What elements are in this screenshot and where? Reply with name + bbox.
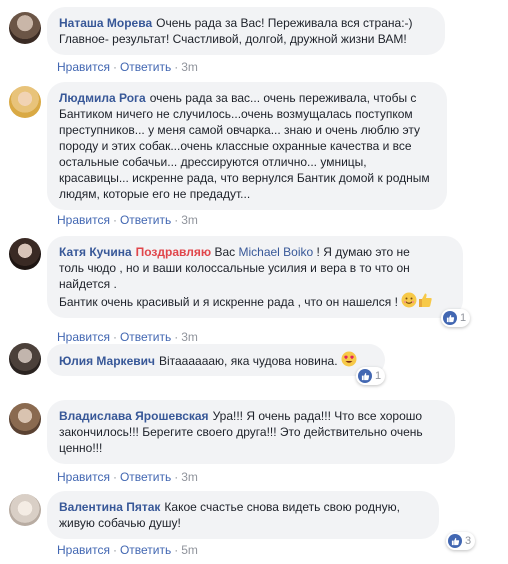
comment-time[interactable]: 5m (181, 543, 198, 557)
comment-author[interactable]: Владислава Ярошевская (59, 409, 209, 423)
comment-text: Какое счастье снова видеть свою родную, (164, 500, 400, 514)
reply-link[interactable]: Ответить (120, 470, 171, 484)
comment-text: преступников... у меня самой овчарка... … (59, 123, 420, 137)
like-link[interactable]: Нравится (57, 213, 110, 227)
reactions-badge[interactable]: 1 (356, 367, 386, 385)
comment-text: закончилось!!! Берегите своего друга!!! … (59, 425, 423, 439)
comment-bubble: Юлия Маркевич Вітааааааю, яка чудова нови… (47, 344, 385, 376)
like-icon (443, 311, 457, 325)
comment-text: ! Я думаю это не (316, 245, 410, 259)
comment-actions: Нравится · Ответить · 3m (57, 213, 198, 227)
comment-actions: Нравится · Ответить · 3m (57, 60, 198, 74)
comment-actions: Нравится · Ответить · 3m (57, 330, 198, 344)
comment-author[interactable]: Людмила Рога (59, 91, 146, 105)
reaction-count: 1 (460, 312, 467, 324)
avatar[interactable] (9, 12, 41, 44)
congrats-text: Поздравляю (135, 245, 212, 259)
comment-text: красавицы... искренне рада, что вернулся… (59, 171, 430, 185)
reactions-badge[interactable]: 3 (446, 532, 476, 550)
avatar[interactable] (9, 343, 41, 375)
comment-text: Главное- результат! Счастливой, долгой, … (59, 32, 407, 46)
like-link[interactable]: Нравится (57, 470, 110, 484)
like-link[interactable]: Нравится (57, 543, 110, 557)
comment-text: Вас (214, 245, 236, 259)
reaction-count: 3 (465, 535, 472, 547)
mention-link[interactable]: Michael Boiko (238, 245, 313, 259)
like-icon (358, 369, 372, 383)
separator: · (112, 470, 117, 484)
comment-text: найдется . (59, 277, 117, 291)
like-link[interactable]: Нравится (57, 330, 110, 344)
comment-time[interactable]: 3m (181, 60, 198, 74)
comment-text: Ура!!! Я очень рада!!! Что все хорошо (212, 409, 423, 423)
comment-actions: Нравится · Ответить · 3m (57, 470, 198, 484)
comment-text: ценно!!! (59, 441, 103, 455)
comment-author[interactable]: Валентина Пятак (59, 500, 160, 514)
thumbs-up-icon (419, 293, 432, 307)
separator: · (112, 213, 117, 227)
reply-link[interactable]: Ответить (120, 60, 171, 74)
avatar[interactable] (9, 86, 41, 118)
separator: · (174, 470, 179, 484)
comment-text: людям, которые его не предадут... (59, 187, 251, 201)
like-link[interactable]: Нравится (57, 60, 110, 74)
separator: · (112, 543, 117, 557)
avatar[interactable] (9, 494, 41, 526)
reactions-badge[interactable]: 1 (441, 309, 471, 327)
comment-time[interactable]: 3m (181, 213, 198, 227)
comment-bubble: Владислава Ярошевская Ура!!! Я очень рада… (47, 400, 455, 464)
heart-eyes-icon (341, 351, 357, 367)
comment-text: Очень рада за Вас! Переживала вся страна… (156, 16, 413, 30)
comment-text: Бантик очень красивый и я искренне рада … (59, 295, 398, 309)
comment-text: толь чюдо , но и ваши колоссальные усили… (59, 261, 410, 275)
comment-text: Вітааааааю, яка чудова новина. (158, 354, 338, 368)
comment-text: очень рада за вас... очень переживала, ч… (149, 91, 417, 105)
avatar[interactable] (9, 238, 41, 270)
separator: · (112, 330, 117, 344)
comment-author[interactable]: Юлия Маркевич (59, 354, 155, 368)
separator: · (112, 60, 117, 74)
comment-time[interactable]: 3m (181, 330, 198, 344)
comment-bubble: Валентина Пятак Какое счастье снова видет… (47, 491, 439, 539)
separator: · (174, 330, 179, 344)
like-icon (448, 534, 462, 548)
reaction-count: 1 (375, 370, 382, 382)
comment-author[interactable]: Наташа Морева (59, 16, 152, 30)
reply-link[interactable]: Ответить (120, 213, 171, 227)
comment-text: Бантиком ничего не случилось...очень воз… (59, 107, 413, 121)
smiling-face-icon (401, 292, 417, 308)
comment-bubble: Наташа Морева Очень рада за Вас! Пережива… (47, 7, 445, 55)
separator: · (174, 543, 179, 557)
comment-time[interactable]: 3m (181, 470, 198, 484)
comment-bubble: Людмила Рога очень рада за вас... очень п… (47, 82, 447, 210)
avatar[interactable] (9, 403, 41, 435)
comment-text: породу и этих собак...очень классные охр… (59, 139, 412, 153)
separator: · (174, 60, 179, 74)
reply-link[interactable]: Ответить (120, 330, 171, 344)
comment-author[interactable]: Катя Кучина (59, 245, 132, 259)
separator: · (174, 213, 179, 227)
comment-text: живую собачью душу! (59, 516, 181, 530)
comment-text: остальные собачьи... дрессируются отличн… (59, 155, 367, 169)
comment-actions: Нравится · Ответить · 5m (57, 543, 198, 557)
comment-bubble: Катя Кучина Поздравляю Вас Michael Boiko … (47, 236, 463, 318)
reply-link[interactable]: Ответить (120, 543, 171, 557)
